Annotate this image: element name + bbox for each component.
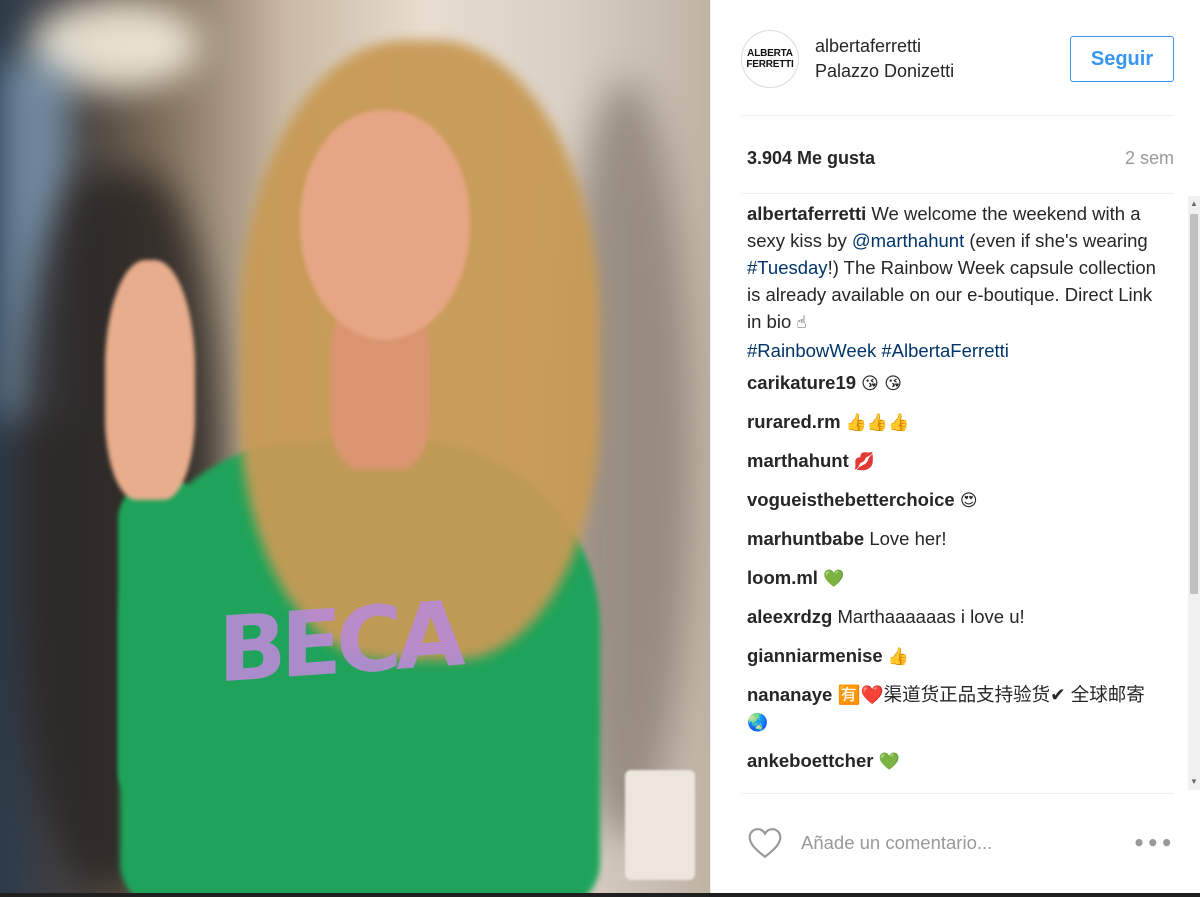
pointing-up-icon: ☝ xyxy=(796,313,807,333)
comment-author[interactable]: ankeboettcher xyxy=(747,750,873,771)
post-side-panel: ALBERTA FERRETTI albertaferretti Palazzo… xyxy=(710,0,1200,893)
more-options-icon[interactable]: ••• xyxy=(1133,831,1174,855)
footer-divider xyxy=(741,793,1174,794)
sweater-sleeve xyxy=(118,480,208,810)
post-photo[interactable]: ВЕСА xyxy=(0,0,710,893)
comment-author[interactable]: nananaye xyxy=(747,684,832,705)
post-stats: 3.904 Me gusta 2 sem xyxy=(747,145,1174,171)
comment-item: marthahunt 💋 xyxy=(747,447,1157,476)
caption-mention[interactable]: @marthahunt xyxy=(852,230,964,251)
green-heart-icon: 💚 xyxy=(878,752,900,772)
raised-hand xyxy=(105,260,195,500)
instagram-post: ВЕСА ALBERTA FERRETTI albertaferretti Pa… xyxy=(0,0,1200,893)
comment-author[interactable]: marhuntbabe xyxy=(747,528,864,549)
thumbs-up-icon: 👍👍👍 xyxy=(845,413,910,433)
comment-item: rurared.rm 👍👍👍 xyxy=(747,408,1157,437)
follow-button[interactable]: Seguir xyxy=(1070,36,1174,82)
likes-count[interactable]: 3.904 Me gusta xyxy=(747,148,875,169)
sweater-lettering: ВЕСА xyxy=(218,581,460,704)
avatar[interactable]: ALBERTA FERRETTI xyxy=(741,30,799,88)
comment-item: vogueisthebetterchoice 😍 xyxy=(747,486,1157,515)
caption-hashtag-albertaferretti[interactable]: #AlbertaFerretti xyxy=(881,340,1009,361)
comment-author[interactable]: marthahunt xyxy=(747,450,849,471)
heart-icon[interactable] xyxy=(747,827,783,859)
comment-author[interactable]: loom.ml xyxy=(747,567,818,588)
comment-text: Marthaaaaaas i love u! xyxy=(837,606,1025,627)
face xyxy=(300,110,470,340)
post-time-ago[interactable]: 2 sem xyxy=(1125,148,1174,169)
caption-author[interactable]: albertaferretti xyxy=(747,203,866,224)
post-header: ALBERTA FERRETTI albertaferretti Palazzo… xyxy=(741,28,1174,90)
comment-author[interactable]: carikature19 xyxy=(747,372,856,393)
comment-text: Love her! xyxy=(869,528,947,549)
caption-text-2: (even if she's wearing xyxy=(964,230,1148,251)
scroll-up-arrow-icon[interactable]: ▲ xyxy=(1190,200,1198,208)
comment-item: gianniarmenise 👍 xyxy=(747,642,1157,671)
scroll-down-arrow-icon[interactable]: ▼ xyxy=(1190,778,1198,786)
comment-author[interactable]: aleexrdzg xyxy=(747,606,832,627)
comment-item: loom.ml 💚 xyxy=(747,564,1157,593)
comments-scrollbar[interactable]: ▲ ▼ xyxy=(1188,196,1200,790)
caption-hashtag-rainbowweek[interactable]: #RainbowWeek xyxy=(747,340,876,361)
post-caption: albertaferretti We welcome the weekend w… xyxy=(747,200,1157,364)
stats-divider xyxy=(741,193,1174,194)
comment-author[interactable]: rurared.rm xyxy=(747,411,841,432)
window-bottom-edge xyxy=(0,893,1200,897)
thumbs-up-icon: 👍 xyxy=(887,647,910,667)
comment-item: aleexrdzg Marthaaaaaas i love u! xyxy=(747,603,1157,632)
comment-author[interactable]: vogueisthebetterchoice xyxy=(747,489,955,510)
header-divider xyxy=(741,115,1174,116)
green-heart-icon: 💚 xyxy=(823,569,845,589)
avatar-text-line2: FERRETTI xyxy=(746,59,794,70)
comment-item: carikature19 😘 😘 xyxy=(747,369,1157,398)
comments-list[interactable]: albertaferretti We welcome the weekend w… xyxy=(747,200,1157,792)
caption-hashtag-tuesday[interactable]: #Tuesday xyxy=(747,257,828,278)
comment-text: 🈶❤️渠道货正品支持验货✔ 全球邮寄 xyxy=(837,684,1145,705)
add-comment-input[interactable] xyxy=(801,832,1133,854)
comment-author[interactable]: gianniarmenise xyxy=(747,645,883,666)
avatar-text-line1: ALBERTA xyxy=(747,48,793,59)
post-location[interactable]: Palazzo Donizetti xyxy=(815,58,1070,84)
wall-outlet xyxy=(625,770,695,880)
kiss-face-icon: 😘 😘 xyxy=(861,374,903,394)
comment-item: ankeboettcher 💚 xyxy=(747,747,1157,776)
comment-item: nananaye 🈶❤️渠道货正品支持验货✔ 全球邮寄 🌏 xyxy=(747,681,1157,737)
globe-icon: 🌏 xyxy=(747,713,769,733)
heart-eyes-icon: 😍 xyxy=(959,491,978,511)
comment-item: marhuntbabe Love her! xyxy=(747,525,1157,554)
lips-icon: 💋 xyxy=(853,452,876,472)
comment-footer: ••• xyxy=(747,820,1174,866)
post-author-info: albertaferretti Palazzo Donizetti xyxy=(815,34,1070,84)
scrollbar-thumb[interactable] xyxy=(1190,214,1198,594)
post-username[interactable]: albertaferretti xyxy=(815,34,1070,58)
